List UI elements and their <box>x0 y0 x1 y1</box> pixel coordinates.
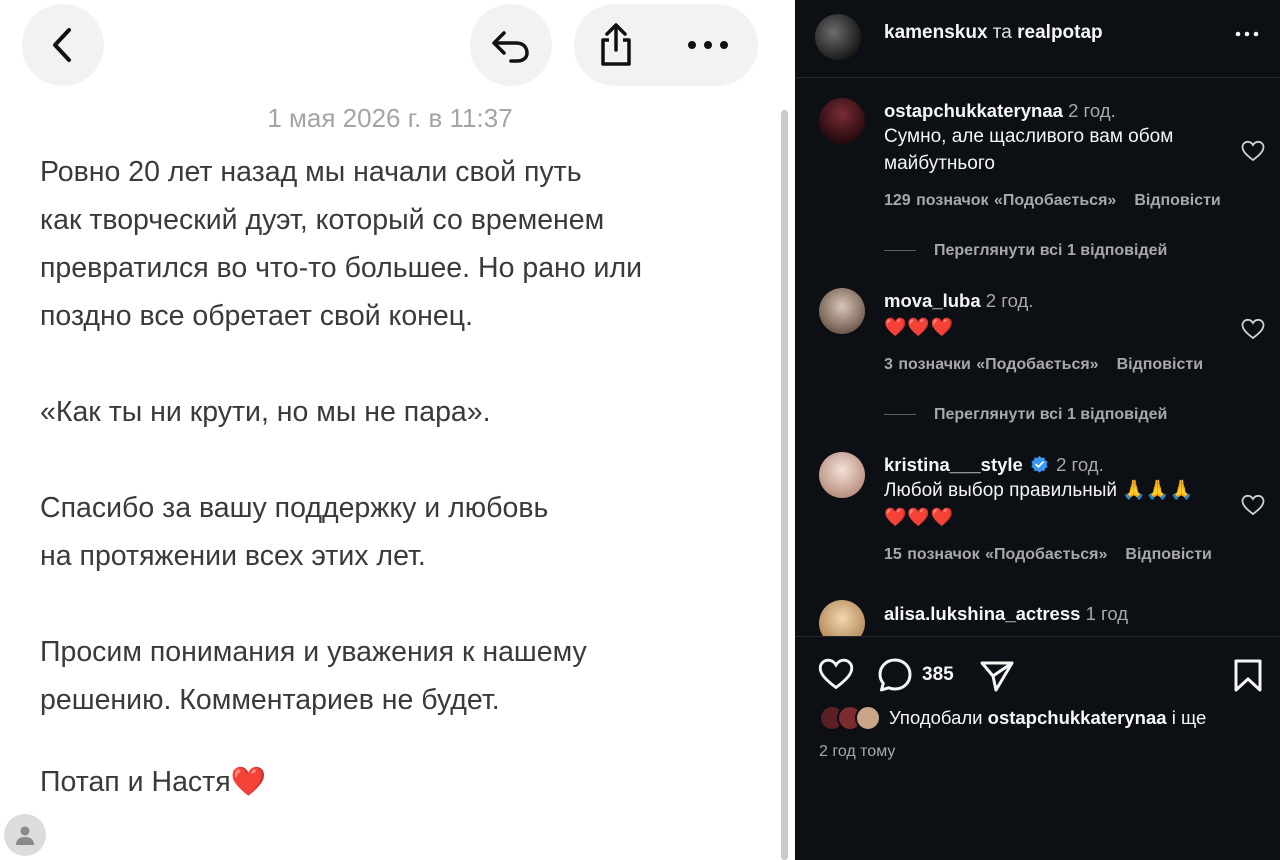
heart-emoji: ❤️ <box>230 765 267 798</box>
post-time: 2 год тому <box>819 743 896 760</box>
note-pane: 1 мая 2026 г. в 11:37 Ровно 20 лет назад… <box>0 0 795 860</box>
more-options-button[interactable] <box>658 4 758 86</box>
comment-text: Любой выбор правильный 🙏🙏🙏 ❤️❤️❤️ <box>884 480 1194 528</box>
comment-header: mova_luba 2 год. <box>884 290 1033 312</box>
note-scrollbar[interactable] <box>781 110 788 860</box>
comment-count: 385 <box>922 664 954 685</box>
liked-by-username[interactable]: ostapchukkaterynaa <box>988 707 1167 728</box>
view-replies-button[interactable]: Переглянути всі 1 відповідей <box>884 242 1167 260</box>
comment-header: alisa.lukshina_actress 1 год <box>884 603 1128 625</box>
note-line: превратился во что-то большее. Но рано и… <box>40 252 643 284</box>
profile-button[interactable] <box>4 814 46 856</box>
avatar <box>855 705 881 731</box>
more-horizontal-icon <box>688 41 728 49</box>
commenter-avatar[interactable] <box>819 98 865 144</box>
liked-by-text: Уподобали ostapchukkaterynaa і ще <box>889 707 1207 728</box>
author-conjunction: та <box>992 22 1012 43</box>
collab-username[interactable]: realpotap <box>1017 22 1103 43</box>
share-icon <box>601 23 631 66</box>
commenter-username[interactable]: kristina___style <box>884 454 1023 475</box>
reply-button[interactable]: Відповісти <box>1117 356 1203 373</box>
save-button[interactable] <box>1233 659 1263 698</box>
more-horizontal-icon <box>1235 31 1259 37</box>
comment-time: 2 год. <box>985 290 1034 311</box>
commenter-username[interactable]: alisa.lukshina_actress <box>884 603 1080 624</box>
heart-outline-icon <box>1241 140 1265 162</box>
person-icon <box>16 826 34 845</box>
note-date: 1 мая 2026 г. в 11:37 <box>267 103 513 133</box>
comment-button[interactable] <box>877 657 913 698</box>
comment-text: Сумно, але щасливого вам обом майбутньог… <box>884 126 1174 174</box>
comment-time: 2 год. <box>1056 454 1104 475</box>
back-button[interactable] <box>22 4 104 86</box>
note-line: как творческий дуэт, который со временем <box>40 204 605 236</box>
liked-by-avatars <box>819 705 885 731</box>
note-body: Ровно 20 лет назад мы начали свой путь к… <box>40 148 760 806</box>
post-options-button[interactable] <box>1235 22 1259 51</box>
bookmark-icon <box>1234 659 1262 692</box>
comment-icon <box>878 658 912 692</box>
commenter-avatar[interactable] <box>819 452 865 498</box>
note-scroll-thumb[interactable] <box>781 110 788 860</box>
comment-like-button[interactable] <box>1241 494 1265 521</box>
commenter-username[interactable]: mova_luba <box>884 290 981 311</box>
comment-time: 1 год <box>1085 603 1129 624</box>
note-line: Ровно 20 лет назад мы начали свой путь <box>40 156 582 188</box>
note-line: решению. Комментариев не будет. <box>40 684 500 716</box>
undo-button[interactable] <box>470 4 552 86</box>
comment-header: ostapchukkaterynaa 2 год. <box>884 100 1116 122</box>
commenter-username[interactable]: ostapchukkaterynaa <box>884 100 1063 121</box>
heart-outline-icon <box>1241 494 1265 516</box>
instagram-pane: kamenskux та realpotap ostapchukkateryna… <box>795 0 1280 860</box>
note-line: Спасибо за вашу поддержку и любовь <box>40 492 549 524</box>
comment-meta: 15 позначок «Подобається» Відповісти <box>884 546 1212 564</box>
commenter-avatar[interactable] <box>819 288 865 334</box>
post-authors[interactable]: kamenskux та realpotap <box>884 22 1103 44</box>
comment-likes[interactable]: 129 позначок «Подобається» <box>884 192 1116 209</box>
comment-like-button[interactable] <box>1241 318 1265 345</box>
reply-button[interactable]: Відповісти <box>1125 546 1211 563</box>
heart-outline-icon <box>818 658 854 690</box>
replies-divider <box>884 250 916 252</box>
undo-icon <box>492 31 529 63</box>
view-replies-button[interactable]: Переглянути всі 1 відповідей <box>884 406 1167 424</box>
comment-meta: 3 позначки «Подобається» Відповісти <box>884 356 1203 374</box>
comment-like-button[interactable] <box>1241 140 1265 167</box>
note-line: Просим понимания и уважения к нашему <box>40 636 587 668</box>
author-avatar[interactable] <box>815 14 861 60</box>
note-line: поздно все обретает свой конец. <box>40 300 473 332</box>
comment-time: 2 год. <box>1068 100 1116 121</box>
post-actions-bar: 385 Уподобали ostapchukkaterynaa і ще 2 … <box>795 636 1280 860</box>
heart-outline-icon <box>1241 318 1265 340</box>
comment-text: ❤️❤️❤️ <box>884 317 955 338</box>
like-button[interactable] <box>818 657 854 696</box>
author-username[interactable]: kamenskux <box>884 22 988 43</box>
comment-header: kristina___style 2 год. <box>884 454 1104 476</box>
reply-button[interactable]: Відповісти <box>1134 192 1220 209</box>
chevron-left-icon <box>53 28 71 62</box>
note-signature: Потап и Настя❤️ <box>40 765 267 798</box>
post-header: kamenskux та realpotap <box>795 0 1280 78</box>
comment-likes[interactable]: 3 позначки «Подобається» <box>884 356 1099 373</box>
comment-meta: 129 позначок «Подобається» Відповісти <box>884 192 1221 210</box>
share-button[interactable] <box>574 4 658 86</box>
verified-badge-icon <box>1031 455 1048 473</box>
replies-divider <box>884 414 916 416</box>
note-line: на протяжении всех этих лет. <box>40 540 426 572</box>
share-button[interactable] <box>979 659 1015 698</box>
send-icon <box>980 661 1014 692</box>
note-line: «Как ты ни крути, но мы не пара». <box>40 396 491 428</box>
comment-likes[interactable]: 15 позначок «Подобається» <box>884 546 1107 563</box>
